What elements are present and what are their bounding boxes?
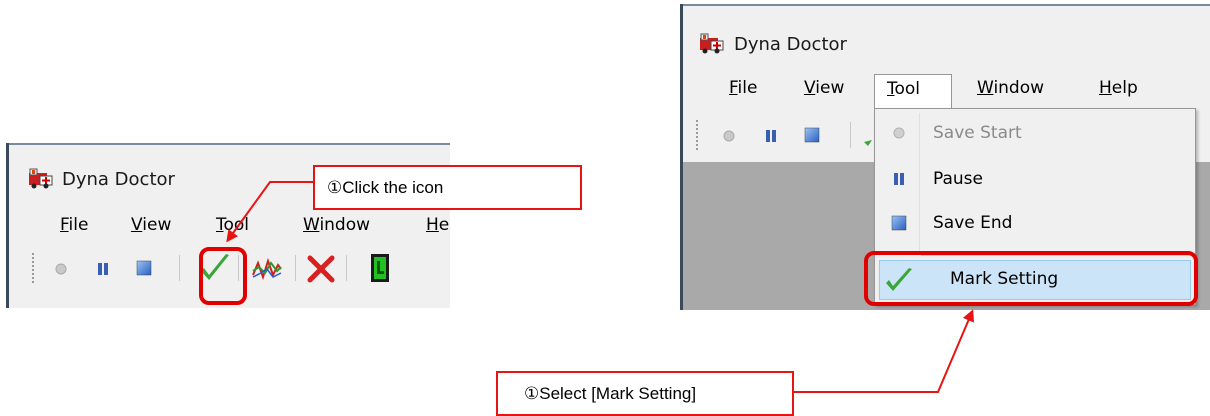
window-top-border (6, 143, 450, 145)
menu-file[interactable]: File (729, 78, 757, 98)
window-top-border (680, 4, 1210, 6)
toolbar-separator (179, 255, 180, 281)
menu-tool-open[interactable]: Tool (874, 74, 952, 110)
toolbar-grip[interactable] (32, 253, 36, 283)
record-dot-icon[interactable] (722, 128, 736, 147)
toolbar-separator (346, 255, 347, 281)
window-title: Dyna Doctor (734, 34, 847, 55)
menu-tool[interactable]: Tool (216, 215, 249, 235)
menu-item-save-end[interactable]: Save End (875, 203, 1195, 243)
click-icon-callout: ①Click the icon (313, 165, 582, 210)
arrow-to-mark-setting (794, 309, 975, 393)
dyna-doctor-app-icon (28, 167, 54, 189)
menu-item-label: Save End (933, 213, 1013, 233)
menu-window[interactable]: Window (977, 78, 1044, 98)
menu-help[interactable]: Help (1099, 78, 1138, 98)
mark-setting-highlight (864, 251, 1198, 306)
pause-icon[interactable] (96, 261, 110, 280)
pause-icon[interactable] (764, 128, 778, 147)
menu-help[interactable]: Help (426, 215, 450, 235)
toolbar-grip[interactable] (696, 120, 700, 150)
record-dot-icon[interactable] (54, 261, 68, 280)
stop-icon (891, 215, 907, 231)
wave-chart-icon[interactable] (251, 255, 283, 287)
stop-icon[interactable] (136, 260, 152, 280)
green-page-icon[interactable] (370, 253, 390, 287)
window-title: Dyna Doctor (62, 169, 175, 190)
toolbar-separator (295, 255, 296, 281)
click-icon-callout-text: ①Click the icon (327, 178, 444, 197)
menu-window[interactable]: Window (303, 215, 370, 235)
checkmark-highlight (199, 247, 247, 305)
checkmark-icon-partial[interactable] (864, 130, 872, 150)
menubar: File View Tool Window Help (6, 213, 450, 239)
menu-item-label: Pause (933, 169, 983, 189)
select-mark-callout: ①Select [Mark Setting] (496, 371, 794, 416)
record-dot-icon (891, 125, 907, 141)
menubar: File View Tool Window Help (680, 74, 1210, 110)
menu-view[interactable]: View (131, 215, 171, 235)
stop-icon[interactable] (804, 127, 820, 147)
menu-item-label: Save Start (933, 123, 1022, 143)
menu-file[interactable]: File (60, 215, 88, 235)
menu-item-pause[interactable]: Pause (875, 159, 1195, 199)
toolbar-separator (850, 122, 851, 148)
menu-view[interactable]: View (804, 78, 844, 98)
pause-icon (891, 171, 907, 187)
delete-x-icon[interactable] (307, 255, 335, 287)
dyna-doctor-app-icon (699, 32, 725, 54)
menu-item-save-start[interactable]: Save Start (875, 113, 1195, 153)
select-mark-callout-text: ①Select [Mark Setting] (524, 384, 697, 403)
